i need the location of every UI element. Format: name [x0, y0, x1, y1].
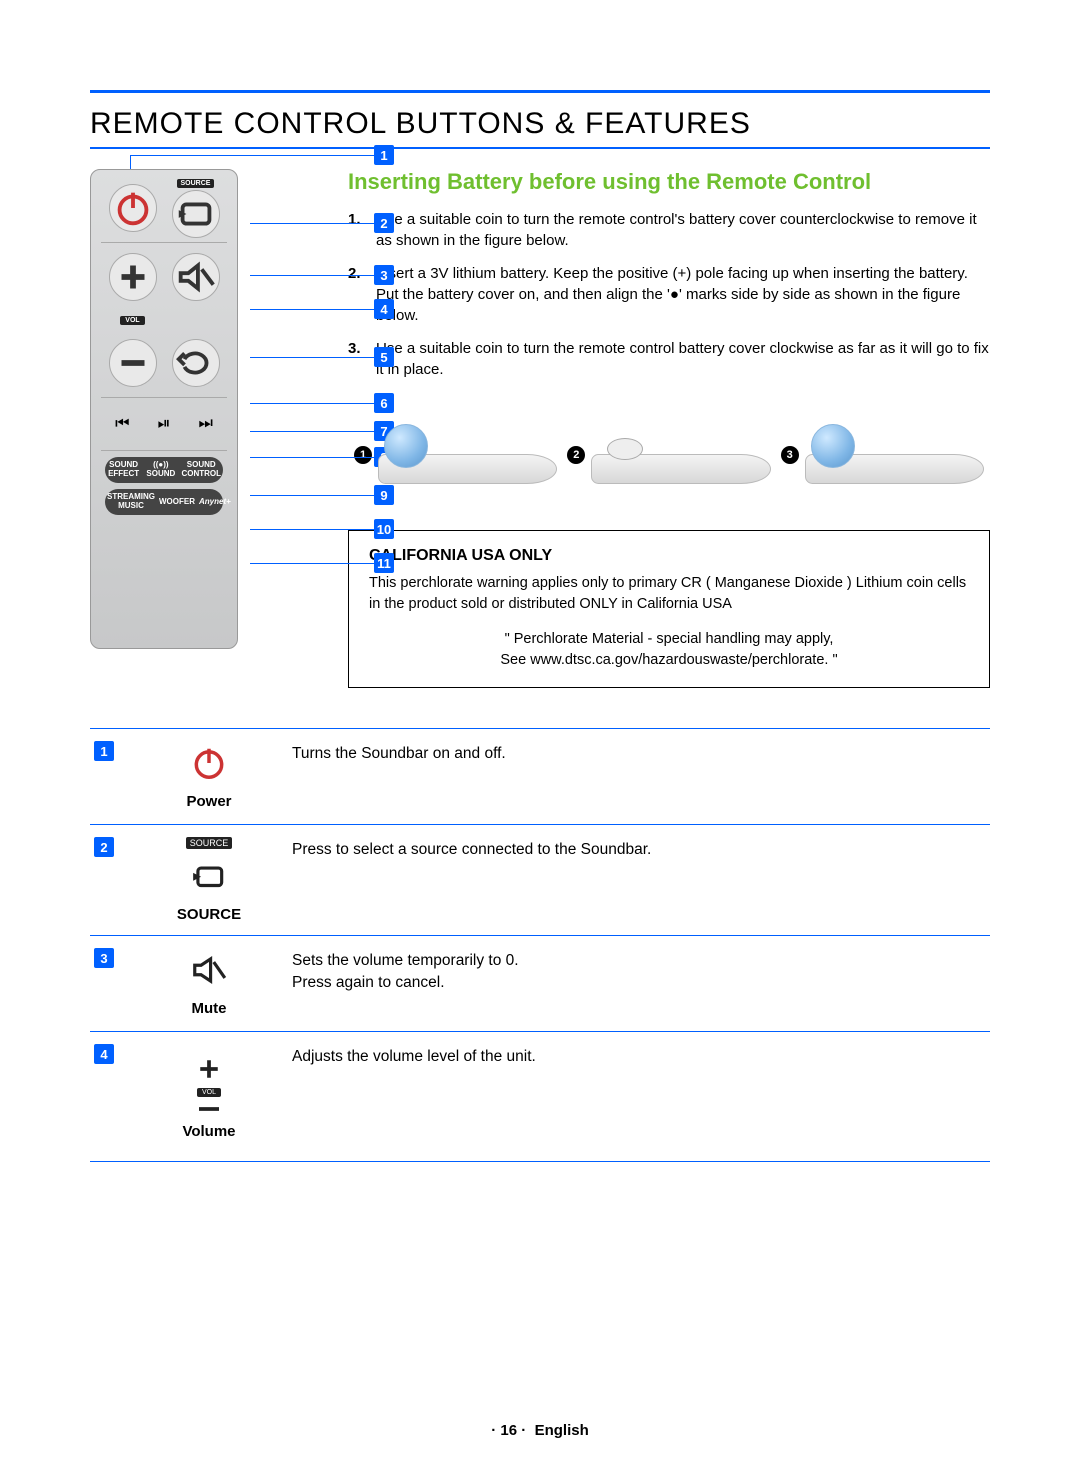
table-row: 4 VOL Volume Adjusts the volume level of… [90, 1032, 990, 1162]
page-title: REMOTE CONTROL BUTTONS & FEATURES [90, 107, 990, 141]
callout-6: 6 [374, 393, 394, 413]
source-button-icon [172, 190, 220, 238]
mute-button-icon [172, 253, 220, 301]
callout-4: 4 [374, 299, 394, 319]
sound-pill: SOUND EFFECT ((●)) SOUND SOUND CONTROL [105, 457, 223, 483]
source-badge: SOURCE [186, 837, 233, 849]
callout-11: 11 [374, 553, 394, 573]
volume-icon: VOL [194, 1054, 224, 1117]
repeat-button-icon [172, 339, 220, 387]
stream-pill: STREAMING MUSIC WOOFER Anynet+ [105, 489, 223, 515]
callout-2: 2 [374, 213, 394, 233]
vol-up-icon [109, 253, 157, 301]
callout-1: 1 [374, 145, 394, 165]
row-desc: Adjusts the volume level of the unit. [284, 1032, 990, 1161]
source-icon [190, 857, 228, 900]
power-button-icon [109, 184, 157, 232]
row-label: Power [186, 793, 231, 810]
row-desc: Sets the volume temporarily to 0. Press … [284, 936, 990, 1031]
row-label: Volume [182, 1123, 235, 1140]
row-label: SOURCE [177, 906, 241, 923]
remote-diagram: 1 SOURCE [90, 169, 320, 688]
callout-3: 3 [374, 265, 394, 285]
callout-5: 5 [374, 347, 394, 367]
table-row: 3 Mute Sets the volume temporarily to 0.… [90, 936, 990, 1032]
row-desc: Turns the Soundbar on and off. [284, 729, 990, 824]
page-footer: 16 English [0, 1422, 1080, 1439]
power-icon [190, 744, 228, 787]
vol-down-icon [109, 339, 157, 387]
callout-10: 10 [374, 519, 394, 539]
button-table: 1 Power Turns the Soundbar on and off. 2… [90, 728, 990, 1162]
table-row: 2 SOURCE SOURCE Press to select a source… [90, 825, 990, 936]
instruction-steps: 1.Use a suitable coin to turn the remote… [348, 209, 990, 380]
california-notice: CALIFORNIA USA ONLY This perchlorate war… [348, 530, 990, 688]
table-row: 1 Power Turns the Soundbar on and off. [90, 729, 990, 825]
source-label: SOURCE [177, 179, 215, 188]
row-label: Mute [192, 1000, 227, 1017]
mute-icon [190, 951, 228, 994]
battery-figure: 1 2 3 [348, 400, 990, 510]
section-subtitle: Inserting Battery before using the Remot… [348, 169, 990, 195]
transport-row: ⏮⏯⏭ [101, 404, 227, 444]
row-desc: Press to select a source connected to th… [284, 825, 990, 935]
vol-label: VOL [120, 316, 144, 325]
